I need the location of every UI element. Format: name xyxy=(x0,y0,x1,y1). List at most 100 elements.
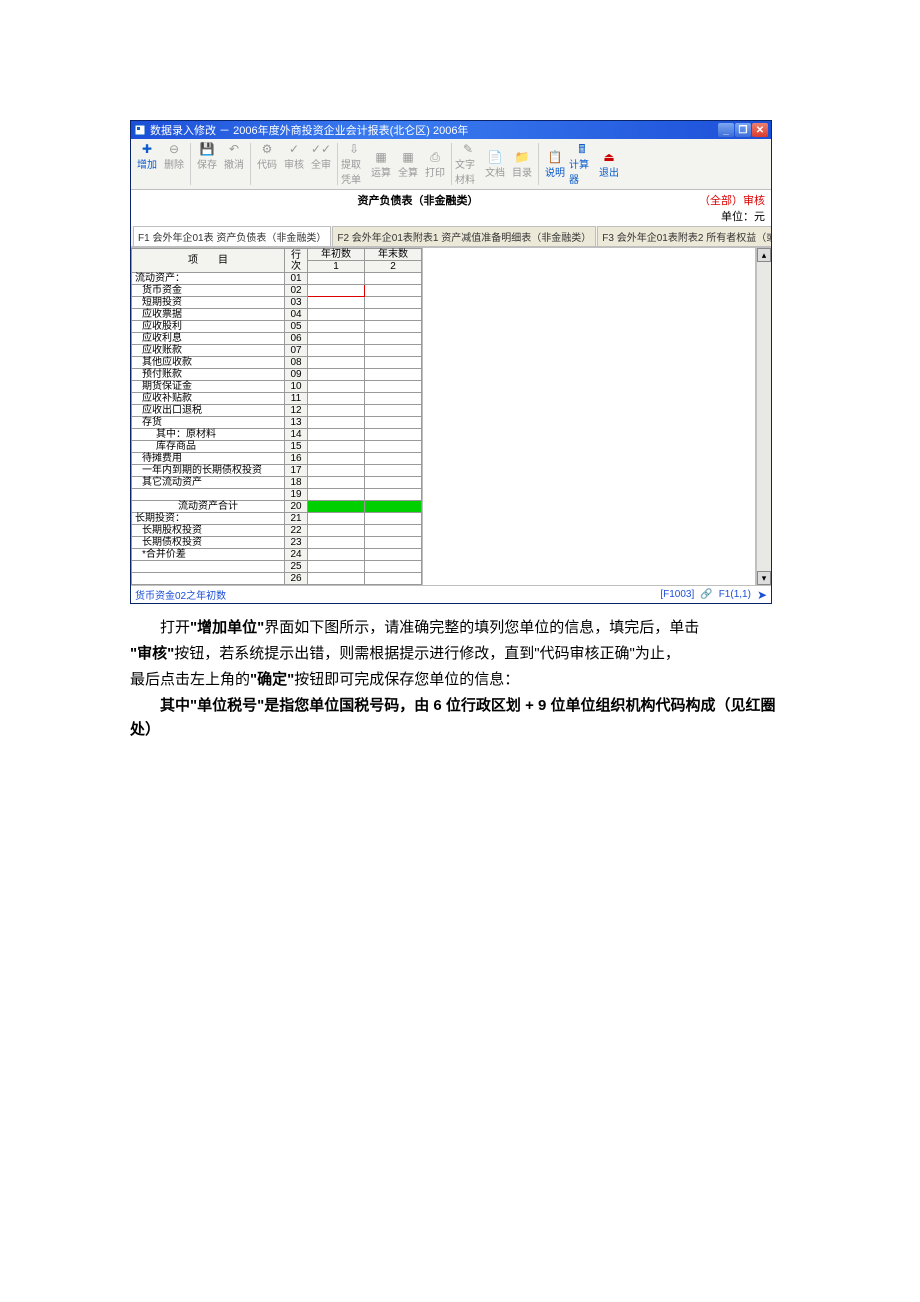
maximize-button[interactable]: ❐ xyxy=(735,123,751,137)
cell-end[interactable] xyxy=(365,417,422,429)
table-row[interactable]: 其他应收款08 xyxy=(132,357,422,369)
table-row[interactable]: 其它流动资产18 xyxy=(132,477,422,489)
calculator-button[interactable]: 🖩 计算器 xyxy=(569,141,595,187)
table-row[interactable]: *合并价差24 xyxy=(132,549,422,561)
cell-end[interactable] xyxy=(365,489,422,501)
scroll-down-icon[interactable]: ▾ xyxy=(757,571,771,585)
table-row[interactable]: 应收补贴款11 xyxy=(132,393,422,405)
cell-end[interactable] xyxy=(365,381,422,393)
minimize-button[interactable]: _ xyxy=(718,123,734,137)
cell-end[interactable] xyxy=(365,501,422,513)
tab-1[interactable]: F1 会外年企01表 资产负债表（非金融类） xyxy=(133,226,331,246)
table-row[interactable]: 长期股权投资22 xyxy=(132,525,422,537)
delete-button[interactable]: ⊖ 删除 xyxy=(161,141,187,172)
cell-begin[interactable] xyxy=(308,573,365,585)
cell-end[interactable] xyxy=(365,273,422,285)
cell-end[interactable] xyxy=(365,549,422,561)
cell-end[interactable] xyxy=(365,405,422,417)
cell-begin[interactable] xyxy=(308,561,365,573)
cell-end[interactable] xyxy=(365,333,422,345)
tab-3[interactable]: F3 会外年企01表附表2 所有者权益（或股东权益）增减变动表（非金融 xyxy=(597,226,771,246)
doc-button[interactable]: 📄 文档 xyxy=(482,141,508,187)
cell-begin[interactable] xyxy=(308,405,365,417)
table-row[interactable]: 应收账款07 xyxy=(132,345,422,357)
table-row[interactable]: 长期债权投资23 xyxy=(132,537,422,549)
extract-button[interactable]: ⇩ 提取凭单 xyxy=(341,141,367,187)
table-row[interactable]: 货币资金02 xyxy=(132,285,422,297)
table-row[interactable]: 19 xyxy=(132,489,422,501)
code-button[interactable]: ⚙ 代码 xyxy=(254,141,280,172)
cell-end[interactable] xyxy=(365,513,422,525)
cell-end[interactable] xyxy=(365,357,422,369)
table-row[interactable]: 短期投资03 xyxy=(132,297,422,309)
table-row[interactable]: 应收股利05 xyxy=(132,321,422,333)
vertical-scrollbar[interactable]: ▴ ▾ xyxy=(756,248,771,585)
cell-begin[interactable] xyxy=(308,393,365,405)
cell-begin[interactable] xyxy=(308,321,365,333)
cell-end[interactable] xyxy=(365,297,422,309)
cell-end[interactable] xyxy=(365,573,422,585)
cell-end[interactable] xyxy=(365,429,422,441)
cell-end[interactable] xyxy=(365,345,422,357)
cell-end[interactable] xyxy=(365,285,422,297)
cell-begin[interactable] xyxy=(308,489,365,501)
cell-begin[interactable] xyxy=(308,525,365,537)
status-arrow-icon[interactable]: ➤ xyxy=(757,588,767,602)
cell-begin[interactable] xyxy=(308,441,365,453)
cell-begin[interactable] xyxy=(308,345,365,357)
table-row[interactable]: 25 xyxy=(132,561,422,573)
cell-begin[interactable] xyxy=(308,537,365,549)
scroll-up-icon[interactable]: ▴ xyxy=(757,248,771,262)
cell-begin[interactable] xyxy=(308,369,365,381)
table-row[interactable]: 应收利息06 xyxy=(132,333,422,345)
cell-begin[interactable] xyxy=(308,309,365,321)
audit-button[interactable]: ✓ 审核 xyxy=(281,141,307,172)
add-button[interactable]: ✚ 增加 xyxy=(134,141,160,172)
help-button[interactable]: 📋 说明 xyxy=(542,141,568,187)
cell-begin[interactable] xyxy=(308,465,365,477)
calcall-button[interactable]: ▦ 全算 xyxy=(395,141,421,187)
cell-end[interactable] xyxy=(365,453,422,465)
table-row[interactable]: 库存商品15 xyxy=(132,441,422,453)
table-row[interactable]: 长期投资：21 xyxy=(132,513,422,525)
tab-2[interactable]: F2 会外年企01表附表1 资产减值准备明细表（非金融类） xyxy=(332,226,596,246)
undo-button[interactable]: ↶ 撤消 xyxy=(221,141,247,172)
table-row[interactable]: 期货保证金10 xyxy=(132,381,422,393)
table-row[interactable]: 存货13 xyxy=(132,417,422,429)
table-row[interactable]: 预付账款09 xyxy=(132,369,422,381)
cell-begin[interactable] xyxy=(308,333,365,345)
exit-button[interactable]: ⏏ 退出 xyxy=(596,141,622,187)
cell-begin[interactable] xyxy=(308,381,365,393)
cell-end[interactable] xyxy=(365,369,422,381)
cell-end[interactable] xyxy=(365,525,422,537)
cell-begin[interactable] xyxy=(308,273,365,285)
cell-begin[interactable] xyxy=(308,429,365,441)
cell-begin[interactable] xyxy=(308,285,365,297)
cell-begin[interactable] xyxy=(308,513,365,525)
table-row[interactable]: 流动资产合计20 xyxy=(132,501,422,513)
calc-button[interactable]: ▦ 运算 xyxy=(368,141,394,187)
cell-begin[interactable] xyxy=(308,453,365,465)
auditall-button[interactable]: ✓✓ 全审 xyxy=(308,141,334,172)
table-row[interactable]: 一年内到期的长期债权投资17 xyxy=(132,465,422,477)
cell-begin[interactable] xyxy=(308,501,365,513)
cell-end[interactable] xyxy=(365,537,422,549)
cell-end[interactable] xyxy=(365,477,422,489)
table-row[interactable]: 流动资产：01 xyxy=(132,273,422,285)
data-grid[interactable]: 项 目 行次 年初数 年末数 1 2 流动资产：01货币资金02短期投资03应收… xyxy=(131,248,422,585)
cell-end[interactable] xyxy=(365,309,422,321)
table-row[interactable]: 26 xyxy=(132,573,422,585)
cell-end[interactable] xyxy=(365,321,422,333)
dir-button[interactable]: 📁 目录 xyxy=(509,141,535,187)
table-row[interactable]: 应收出口退税12 xyxy=(132,405,422,417)
table-row[interactable]: 其中：原材料14 xyxy=(132,429,422,441)
cell-end[interactable] xyxy=(365,465,422,477)
table-row[interactable]: 应收票据04 xyxy=(132,309,422,321)
cell-end[interactable] xyxy=(365,561,422,573)
cell-end[interactable] xyxy=(365,441,422,453)
cell-begin[interactable] xyxy=(308,297,365,309)
text-button[interactable]: ✎ 文字材料 xyxy=(455,141,481,187)
save-button[interactable]: 💾 保存 xyxy=(194,141,220,172)
cell-begin[interactable] xyxy=(308,477,365,489)
table-row[interactable]: 待摊费用16 xyxy=(132,453,422,465)
